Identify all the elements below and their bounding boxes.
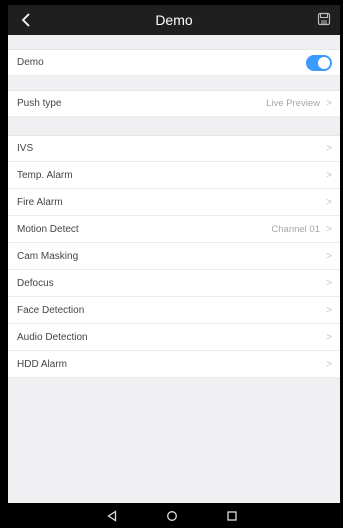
toggle-knob (318, 56, 330, 69)
chevron-right-icon: > (326, 304, 332, 316)
item-label: Fire Alarm (17, 196, 63, 208)
chevron-right-icon: > (326, 98, 332, 109)
item-label: IVS (17, 143, 34, 154)
app-screen: Demo Demo Push type Live Preview > IVS >… (8, 5, 340, 503)
push-type-label: Push type (17, 98, 62, 109)
chevron-right-icon: > (326, 223, 332, 235)
list-item-audio-detection[interactable]: Audio Detection > (8, 324, 340, 351)
nav-recents-icon[interactable] (225, 509, 239, 523)
chevron-right-icon: > (326, 250, 332, 262)
nav-home-icon[interactable] (165, 509, 179, 523)
page-title: Demo (155, 12, 193, 28)
list-item-temp-alarm[interactable]: Temp. Alarm > (8, 162, 340, 189)
list-item-face-detection[interactable]: Face Detection > (8, 297, 340, 324)
item-label: Defocus (17, 277, 54, 289)
spacer (8, 35, 340, 49)
system-nav-bar (0, 503, 343, 528)
demo-row: Demo (8, 49, 340, 76)
list-item-fire-alarm[interactable]: Fire Alarm > (8, 189, 340, 216)
spacer (8, 117, 340, 135)
chevron-right-icon: > (326, 169, 332, 181)
demo-toggle[interactable] (306, 54, 332, 71)
item-value: Channel 01 (271, 223, 320, 235)
nav-back-icon[interactable] (105, 509, 119, 523)
item-label: Motion Detect (17, 223, 79, 235)
push-type-value: Live Preview (266, 98, 320, 109)
item-label: Temp. Alarm (17, 169, 73, 181)
spacer (8, 76, 340, 90)
item-label: HDD Alarm (17, 358, 68, 370)
alarm-list: IVS > Temp. Alarm > Fire Alarm > Motion … (8, 135, 340, 378)
list-item-ivs[interactable]: IVS > (8, 135, 340, 162)
chevron-right-icon: > (326, 196, 332, 208)
list-item-cam-masking[interactable]: Cam Masking > (8, 243, 340, 270)
header-bar: Demo (8, 5, 340, 35)
item-label: Cam Masking (17, 250, 79, 262)
push-type-row[interactable]: Push type Live Preview > (8, 90, 340, 117)
back-chevron-icon[interactable] (18, 11, 36, 29)
chevron-right-icon: > (326, 358, 332, 370)
device-frame: Demo Demo Push type Live Preview > IVS >… (0, 0, 343, 528)
chevron-right-icon: > (326, 143, 332, 154)
item-label: Face Detection (17, 304, 85, 316)
list-item-hdd-alarm[interactable]: HDD Alarm > (8, 351, 340, 378)
item-label: Audio Detection (17, 331, 88, 343)
chevron-right-icon: > (326, 277, 332, 289)
list-item-motion-detect[interactable]: Motion Detect Channel 01 > (8, 216, 340, 243)
save-icon[interactable] (317, 12, 331, 26)
list-item-defocus[interactable]: Defocus > (8, 270, 340, 297)
demo-label: Demo (17, 57, 44, 68)
chevron-right-icon: > (326, 331, 332, 343)
